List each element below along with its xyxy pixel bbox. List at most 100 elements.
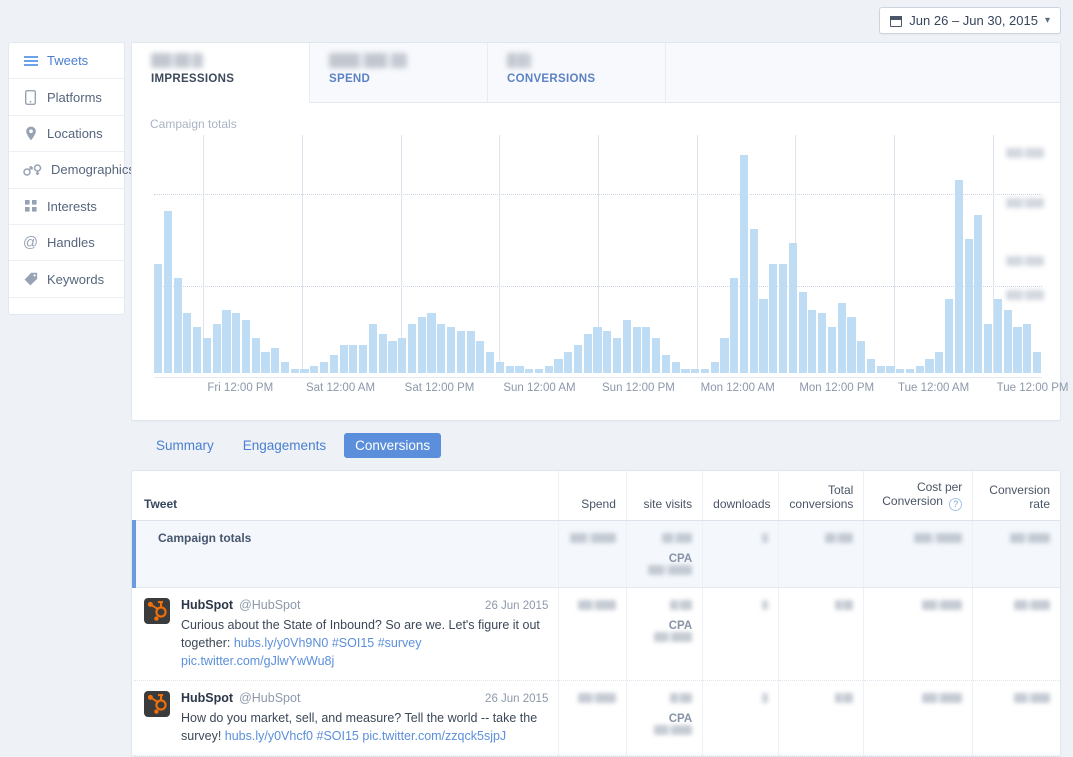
chart-bar[interactable] — [935, 351, 944, 373]
column-header-spend[interactable]: Spend — [558, 471, 627, 521]
sidebar-item-handles[interactable]: @ Handles — [9, 225, 124, 262]
chart-bar[interactable] — [710, 362, 719, 373]
chart-bar[interactable] — [486, 351, 495, 373]
tweet-link[interactable]: #SOI15 — [332, 636, 374, 650]
metric-tab-spend[interactable]: SPEND — [310, 43, 488, 102]
chart-bar[interactable] — [525, 369, 534, 373]
chart-bar[interactable] — [739, 155, 749, 373]
chart-bar[interactable] — [954, 179, 963, 373]
chart-bar[interactable] — [505, 365, 514, 373]
chart-bar[interactable] — [964, 239, 973, 373]
chart-bar[interactable] — [456, 330, 465, 373]
column-header-total-conversions[interactable]: Total conversions — [778, 471, 864, 521]
chart-bar[interactable] — [945, 299, 954, 373]
chart-bar[interactable] — [788, 242, 797, 373]
chart-bar[interactable] — [984, 323, 993, 373]
chart-bar[interactable] — [554, 358, 563, 373]
chart-bar[interactable] — [1032, 351, 1042, 373]
sidebar-item-platforms[interactable]: Platforms — [9, 79, 124, 116]
chart-bar[interactable] — [1023, 323, 1032, 373]
chart-bar[interactable] — [652, 337, 661, 373]
chart-bar[interactable] — [271, 348, 280, 373]
chart-bar[interactable] — [691, 369, 700, 373]
chart-bar[interactable] — [905, 369, 915, 373]
chart-bar[interactable] — [593, 327, 602, 373]
chart-bar[interactable] — [427, 313, 436, 373]
chart-bar[interactable] — [642, 327, 651, 373]
metric-tab-conversions[interactable]: CONVERSIONS — [488, 43, 666, 102]
chart-bar[interactable] — [876, 365, 885, 373]
chart-bar[interactable] — [329, 355, 338, 373]
chart-bar[interactable] — [661, 355, 670, 373]
chart-bar[interactable] — [300, 369, 309, 373]
question-mark-icon[interactable]: ? — [949, 497, 963, 511]
sidebar-item-keywords[interactable]: Keywords — [9, 261, 124, 298]
column-header-cost-per-conversion[interactable]: Cost per Conversion ? — [863, 471, 973, 521]
chart-bar[interactable] — [280, 362, 290, 373]
sidebar-item-locations[interactable]: Locations — [9, 116, 124, 153]
chart-bar[interactable] — [320, 362, 329, 373]
tweet-link[interactable]: #SOI15 — [317, 729, 359, 743]
sidebar-item-interests[interactable]: Interests — [9, 189, 124, 225]
chart-bar[interactable] — [349, 344, 358, 373]
chart-bar[interactable] — [1013, 327, 1022, 373]
sidebar-item-tweets[interactable]: Tweets — [9, 43, 124, 80]
chart-bar[interactable] — [749, 228, 758, 373]
chart-bar[interactable] — [896, 369, 905, 373]
chart-bar[interactable] — [827, 327, 836, 373]
chart-bar[interactable] — [632, 327, 641, 373]
chart-bar[interactable] — [925, 358, 934, 373]
chart-bar[interactable] — [193, 327, 202, 373]
chart-bar[interactable] — [495, 362, 504, 373]
tab-summary[interactable]: Summary — [145, 433, 225, 458]
column-header-tweet[interactable]: Tweet — [134, 471, 559, 521]
chart-bar[interactable] — [232, 313, 241, 373]
tweet-link[interactable]: pic.twitter.com/zzqck5sjpJ — [362, 729, 506, 743]
chart-bar[interactable] — [671, 362, 680, 373]
column-header-conversion-rate[interactable]: Conversion rate — [972, 471, 1060, 521]
chart-bar[interactable] — [857, 341, 866, 373]
chart-bar[interactable] — [407, 323, 417, 373]
chart-bar[interactable] — [310, 365, 319, 373]
chart-bar[interactable] — [212, 323, 221, 373]
tab-conversions[interactable]: Conversions — [344, 433, 442, 458]
chart-bar[interactable] — [866, 358, 876, 373]
chart-bar[interactable] — [222, 309, 231, 373]
chart-bar[interactable] — [730, 278, 739, 373]
tweet-link[interactable]: hubs.ly/y0Vh9N0 — [234, 636, 329, 650]
chart-bar[interactable] — [818, 313, 827, 373]
chart-bar[interactable] — [573, 344, 583, 373]
sidebar-item-demographics[interactable]: Demographics — [9, 152, 135, 189]
tweet-link[interactable]: pic.twitter.com/gJlwYwWu8j — [181, 654, 334, 668]
chart-bar[interactable] — [290, 369, 299, 373]
chart-bar[interactable] — [974, 214, 983, 373]
chart-bar[interactable] — [183, 313, 192, 373]
chart-bar[interactable] — [915, 365, 924, 373]
chart-bar[interactable] — [808, 309, 817, 373]
chart-bar[interactable] — [720, 337, 729, 373]
chart-bar[interactable] — [398, 337, 407, 373]
chart-bar[interactable] — [339, 344, 348, 373]
chart-bar[interactable] — [368, 323, 378, 373]
chart-bar[interactable] — [700, 369, 710, 373]
chart-bar[interactable] — [847, 316, 856, 373]
chart-bar[interactable] — [163, 211, 172, 373]
chart-bar[interactable] — [154, 264, 163, 373]
chart-bar[interactable] — [886, 365, 895, 373]
chart-bar[interactable] — [603, 330, 612, 373]
tweet-link[interactable]: #survey — [378, 636, 422, 650]
chart-bar[interactable] — [564, 351, 573, 373]
column-header-downloads[interactable]: downloads — [702, 471, 779, 521]
chart-bar[interactable] — [1003, 309, 1012, 373]
chart-bar[interactable] — [388, 341, 397, 373]
chart-bar[interactable] — [515, 365, 524, 373]
chart-bar[interactable] — [251, 337, 260, 373]
chart-bar[interactable] — [612, 337, 622, 373]
chart-bar[interactable] — [534, 369, 544, 373]
chart-bar[interactable] — [622, 320, 631, 373]
chart-bar[interactable] — [437, 323, 446, 373]
chart-bar[interactable] — [417, 316, 426, 373]
chart-bar[interactable] — [359, 344, 368, 373]
tab-engagements[interactable]: Engagements — [232, 433, 337, 458]
chart-bar[interactable] — [202, 337, 211, 373]
